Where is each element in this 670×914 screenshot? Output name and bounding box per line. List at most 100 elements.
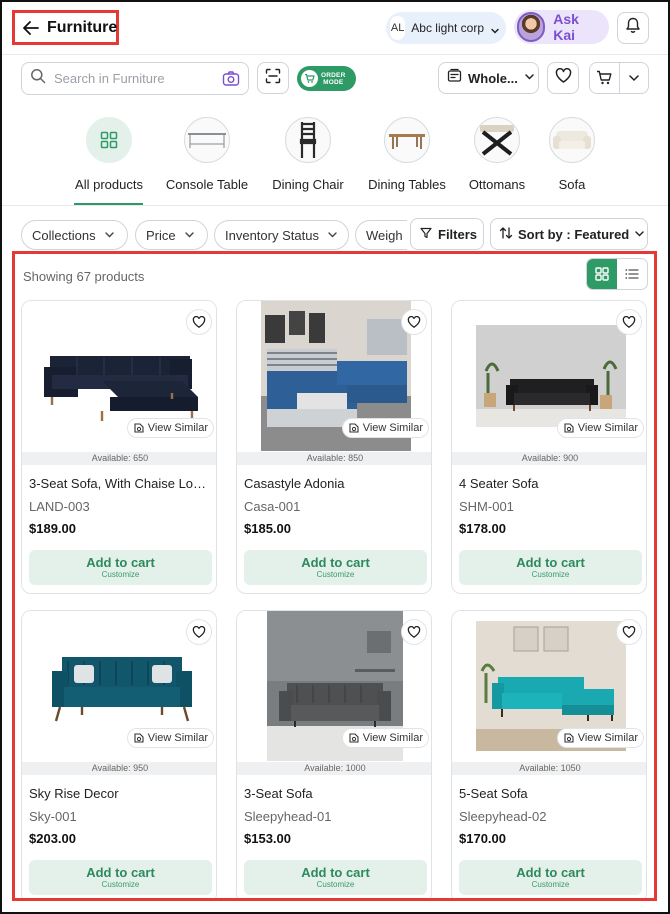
product-card[interactable]: View Similar Available: 850 Casastyle Ad…	[236, 300, 432, 594]
availability-badge: Available: 1050	[452, 762, 646, 775]
sort-select[interactable]: Sort by : Featured	[490, 218, 648, 250]
cart-menu-button[interactable]	[620, 63, 648, 93]
product-card[interactable]: View Similar Available: 900 4 Seater Sof…	[451, 300, 647, 594]
add-to-cart-label: Add to cart	[301, 554, 370, 570]
filter-collections[interactable]: Collections	[21, 220, 128, 250]
search-input[interactable]	[54, 71, 214, 86]
back-title-button[interactable]: Furniture	[12, 10, 119, 45]
product-card[interactable]: View Similar Available: 950 Sky Rise Dec…	[21, 610, 217, 898]
sort-label: Sort by : Featured	[518, 226, 630, 242]
favorite-button[interactable]	[616, 619, 642, 645]
product-name[interactable]: 3-Seat Sofa	[244, 786, 428, 801]
cart-toggle-icon	[301, 70, 318, 87]
product-grid-region: Showing 67 products View Similar Availab…	[12, 251, 657, 901]
product-image[interactable]: View Similar	[22, 301, 216, 451]
add-to-cart-label: Add to cart	[86, 554, 155, 570]
bell-icon	[625, 17, 641, 39]
product-image[interactable]: View Similar	[237, 611, 431, 761]
favorite-button[interactable]	[186, 619, 212, 645]
scan-icon	[265, 68, 281, 89]
product-image[interactable]: View Similar	[452, 301, 646, 451]
add-to-cart-button[interactable]: Add to cart Customize	[244, 550, 427, 585]
favorite-button[interactable]	[401, 309, 427, 335]
category-console-table[interactable]: Console Table	[162, 117, 252, 207]
product-image[interactable]: View Similar	[452, 611, 646, 761]
view-similar-label: View Similar	[147, 422, 208, 434]
barcode-scan-button[interactable]	[257, 62, 289, 94]
chevron-down-icon	[524, 69, 535, 87]
add-to-cart-button[interactable]: Add to cart Customize	[244, 860, 427, 895]
view-similar-button[interactable]: View Similar	[556, 418, 644, 438]
dining-chair-icon	[285, 117, 331, 163]
add-to-cart-button[interactable]: Add to cart Customize	[459, 550, 642, 585]
grid-view-button[interactable]	[587, 259, 617, 289]
filter-label: Price	[146, 227, 176, 243]
view-similar-button[interactable]: View Similar	[126, 728, 214, 748]
search-bar[interactable]	[21, 62, 249, 95]
category-sofa[interactable]: Sofa	[546, 117, 598, 207]
product-name[interactable]: 3-Seat Sofa, With Chaise Long...	[29, 476, 213, 491]
category-dining-chair[interactable]: Dining Chair	[270, 117, 346, 207]
category-label: Console Table	[165, 177, 249, 192]
product-sku: Sky-001	[29, 809, 77, 824]
product-price: $153.00	[244, 831, 291, 846]
order-mode-toggle[interactable]: ORDER MODE	[297, 66, 356, 91]
camera-search-icon[interactable]	[222, 70, 240, 88]
favorite-button[interactable]	[401, 619, 427, 645]
add-to-cart-button[interactable]: Add to cart Customize	[459, 860, 642, 895]
favorite-button[interactable]	[616, 309, 642, 335]
heart-icon	[622, 626, 636, 638]
add-to-cart-button[interactable]: Add to cart Customize	[29, 860, 212, 895]
filter-label: Collections	[32, 227, 96, 243]
view-similar-button[interactable]: View Similar	[341, 728, 429, 748]
product-card[interactable]: View Similar Available: 1000 3-Seat Sofa…	[236, 610, 432, 898]
add-to-cart-label: Add to cart	[86, 864, 155, 880]
product-image[interactable]: View Similar	[237, 301, 431, 451]
filter-inventory-status[interactable]: Inventory Status	[214, 220, 349, 250]
chevron-down-icon	[629, 75, 639, 82]
results-count: Showing 67 products	[23, 269, 145, 284]
notifications-button[interactable]	[617, 12, 649, 44]
org-switcher[interactable]: AL Abc light corp	[386, 12, 506, 44]
heart-icon	[407, 626, 421, 638]
favorite-button[interactable]	[186, 309, 212, 335]
product-image[interactable]: View Similar	[22, 611, 216, 761]
add-to-cart-button[interactable]: Add to cart Customize	[29, 550, 212, 585]
list-view-button[interactable]	[617, 259, 647, 289]
cart-icon	[597, 70, 612, 85]
product-name[interactable]: Casastyle Adonia	[244, 476, 428, 491]
product-card[interactable]: View Similar Available: 1050 5-Seat Sofa…	[451, 610, 647, 898]
product-name[interactable]: Sky Rise Decor	[29, 786, 213, 801]
view-similar-button[interactable]: View Similar	[126, 418, 214, 438]
page-title: Furniture	[47, 18, 118, 36]
customize-label: Customize	[101, 569, 140, 579]
price-mode-select[interactable]: Whole...	[438, 62, 539, 94]
product-card[interactable]: View Similar Available: 650 3-Seat Sofa,…	[21, 300, 217, 594]
product-sku: Sleepyhead-01	[244, 809, 332, 824]
view-similar-button[interactable]: View Similar	[556, 728, 644, 748]
sofa-icon	[549, 117, 595, 163]
product-price: $178.00	[459, 521, 506, 536]
filter-weight[interactable]: Weigh	[355, 220, 407, 250]
view-similar-icon	[349, 423, 359, 433]
category-ottomans[interactable]: Ottomans	[467, 117, 527, 207]
view-similar-label: View Similar	[577, 732, 638, 744]
category-all-products[interactable]: All products	[72, 117, 146, 207]
wishlist-button[interactable]	[547, 62, 579, 94]
view-similar-icon	[134, 423, 144, 433]
arrow-left-icon[interactable]	[23, 19, 39, 37]
org-name: Abc light corp	[411, 21, 484, 35]
product-name[interactable]: 5-Seat Sofa	[459, 786, 643, 801]
view-similar-button[interactable]: View Similar	[341, 418, 429, 438]
customize-label: Customize	[531, 569, 570, 579]
ask-kai-button[interactable]: Ask Kai	[514, 10, 609, 44]
availability-badge: Available: 1000	[237, 762, 431, 775]
category-dining-tables[interactable]: Dining Tables	[364, 117, 450, 207]
product-sku: LAND-003	[29, 499, 90, 514]
customize-label: Customize	[101, 879, 140, 889]
filter-price[interactable]: Price	[135, 220, 208, 250]
console-table-icon	[184, 117, 230, 163]
cart-button[interactable]	[590, 63, 620, 93]
product-name[interactable]: 4 Seater Sofa	[459, 476, 643, 491]
filters-button[interactable]: Filters	[410, 218, 484, 250]
